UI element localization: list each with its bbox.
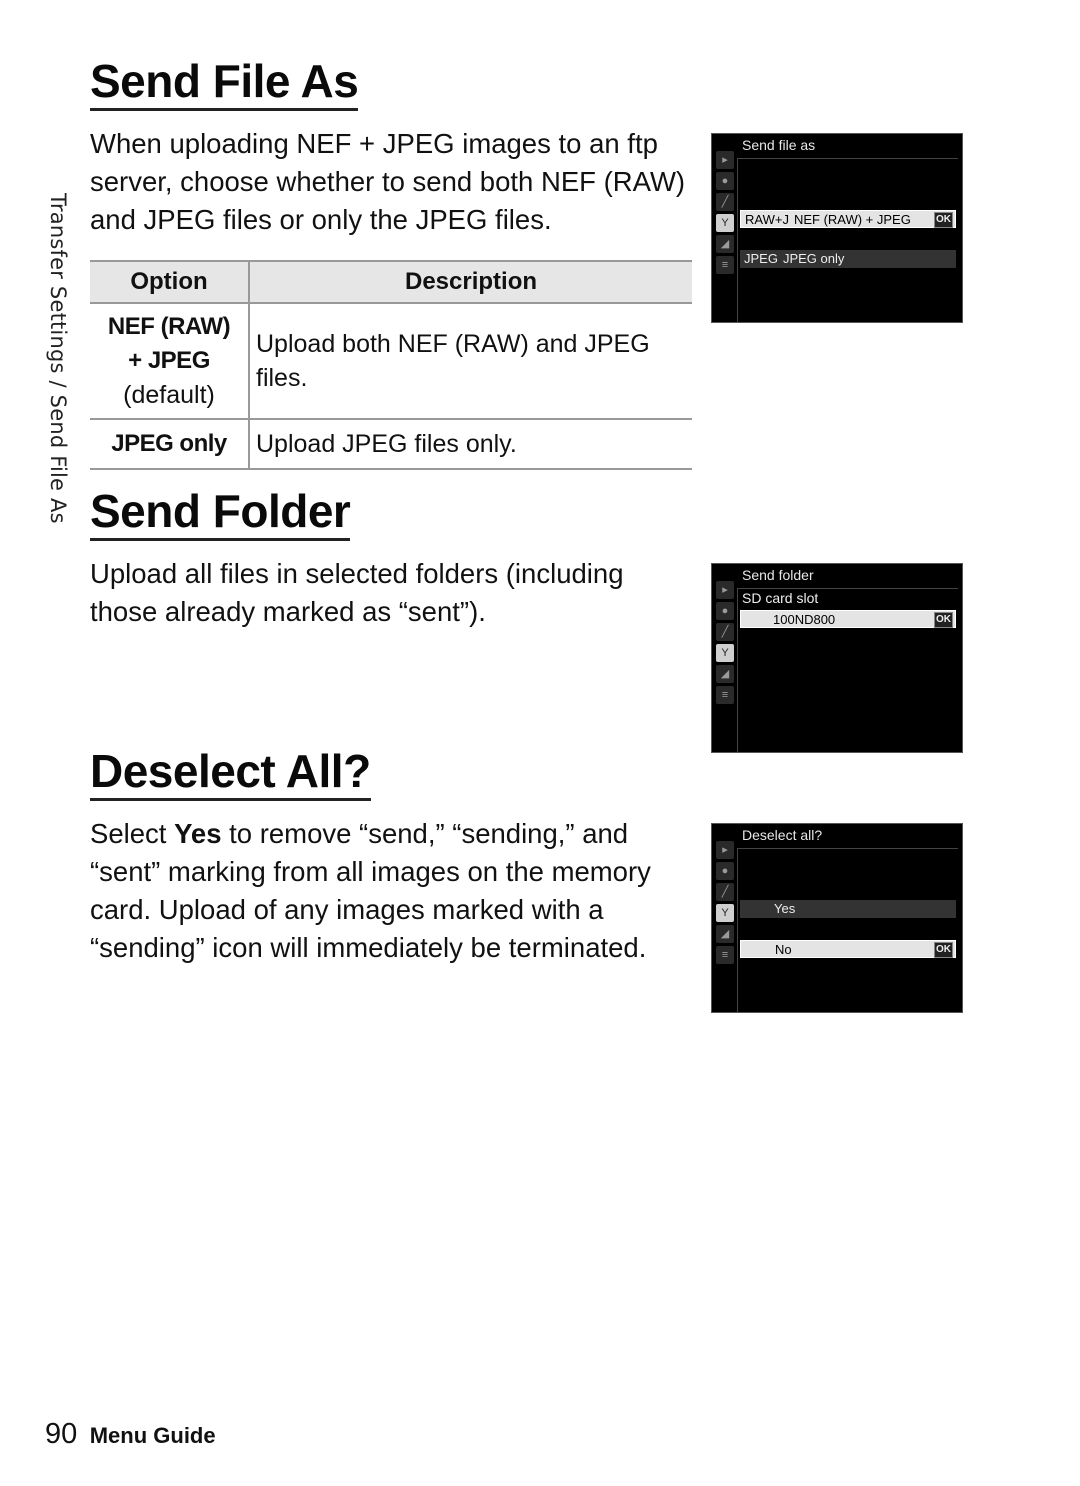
retouch-icon: ◢ [716, 235, 734, 253]
divider [737, 848, 738, 1012]
camera-screen-send-file-as: ▸ ● ╱ Y ◢ ≡ Send file as RAW+J NEF (RAW) … [711, 133, 963, 323]
default-note: (default) [123, 381, 215, 409]
pencil-icon: ╱ [716, 193, 734, 211]
pencil-icon: ╱ [716, 883, 734, 901]
page-number: 90 [45, 1418, 78, 1450]
option-name: NEF (RAW) [107, 313, 231, 340]
pencil-icon: ╱ [716, 623, 734, 641]
menu-rail: ▸ ● ╱ Y ◢ ≡ [714, 148, 736, 278]
jpeg-icon: JPEG [744, 251, 778, 266]
option-name-cont: + JPEG [128, 347, 210, 374]
camera-screen-deselect-all: ▸ ● ╱ Y ◢ ≡ Deselect all? Yes No OK [711, 823, 963, 1013]
deselect-all-body: Select Yes to remove “send,” “sending,” … [90, 815, 695, 967]
menu-rail: ▸ ● ╱ Y ◢ ≡ [714, 838, 736, 968]
screen-subtitle: SD card slot [742, 590, 819, 606]
menu-option-no[interactable]: No OK [740, 940, 956, 958]
description-cell: Upload both NEF (RAW) and JPEG files. [249, 303, 692, 420]
side-tab: Transfer Settings / Send File As [38, 193, 78, 538]
divider [737, 158, 738, 322]
divider [737, 848, 958, 849]
heading-deselect-all: Deselect All? [90, 746, 371, 801]
playback-icon: ▸ [716, 841, 734, 859]
heading-send-file-as: Send File As [90, 56, 359, 111]
my-menu-icon: ≡ [716, 946, 734, 964]
wrench-icon: Y [716, 644, 734, 662]
menu-option-nef-jpeg[interactable]: RAW+J NEF (RAW) + JPEG OK [740, 210, 956, 228]
options-table: Option Description NEF (RAW) + JPEG (def… [90, 260, 692, 470]
option-label: No [775, 942, 792, 957]
column-header-option: Option [90, 260, 250, 304]
table-row: NEF (RAW) + JPEG (default) Upload both N… [90, 303, 692, 420]
option-label: Yes [774, 901, 796, 916]
ok-icon: OK [934, 942, 953, 958]
screen-title: Send folder [742, 567, 814, 583]
raw-jpeg-icon: RAW+J [745, 212, 789, 227]
folder-option[interactable]: 100ND800 OK [740, 610, 956, 628]
camera-screen-send-folder: ▸ ● ╱ Y ◢ ≡ Send folder SD card slot 100… [711, 563, 963, 753]
screen-title: Deselect all? [742, 827, 823, 843]
option-name: JPEG only [111, 430, 227, 457]
menu-option-jpeg-only[interactable]: JPEG JPEG only [740, 250, 956, 268]
heading-send-folder: Send Folder [90, 486, 351, 541]
page-footer: 90 Menu Guide [45, 1418, 216, 1451]
wrench-icon: Y [716, 214, 734, 232]
divider [737, 158, 958, 159]
send-file-as-body: When uploading NEF + JPEG images to an f… [90, 128, 686, 235]
camera-icon: ● [716, 862, 734, 880]
option-label: NEF (RAW) + JPEG [793, 212, 911, 227]
retouch-icon: ◢ [716, 665, 734, 683]
send-folder-body: Upload all files in selected folders (in… [90, 558, 624, 627]
screen-title: Send file as [742, 137, 816, 153]
divider [737, 588, 738, 752]
playback-icon: ▸ [716, 581, 734, 599]
playback-icon: ▸ [716, 151, 734, 169]
camera-icon: ● [716, 602, 734, 620]
body-bold-yes: Yes [174, 818, 222, 849]
option-label: JPEG only [782, 251, 845, 266]
ok-icon: OK [934, 212, 953, 228]
side-tab-label: Transfer Settings / Send File As [46, 193, 70, 524]
divider [737, 588, 958, 589]
table-row: JPEG only Upload JPEG files only. [90, 419, 692, 470]
menu-rail: ▸ ● ╱ Y ◢ ≡ [714, 578, 736, 708]
camera-icon: ● [716, 172, 734, 190]
folder-label: 100ND800 [773, 612, 836, 627]
my-menu-icon: ≡ [716, 256, 734, 274]
table-header-row: Option Description [90, 260, 692, 304]
my-menu-icon: ≡ [716, 686, 734, 704]
wrench-icon: Y [716, 904, 734, 922]
description-cell: Upload JPEG files only. [249, 419, 692, 470]
option-cell: JPEG only [90, 419, 250, 470]
option-cell: NEF (RAW) + JPEG (default) [90, 303, 250, 420]
menu-option-yes[interactable]: Yes [740, 900, 956, 918]
ok-icon: OK [934, 612, 953, 628]
retouch-icon: ◢ [716, 925, 734, 943]
body-text: Select [90, 818, 175, 849]
column-header-description: Description [249, 260, 692, 304]
section-label: Menu Guide [89, 1423, 216, 1448]
